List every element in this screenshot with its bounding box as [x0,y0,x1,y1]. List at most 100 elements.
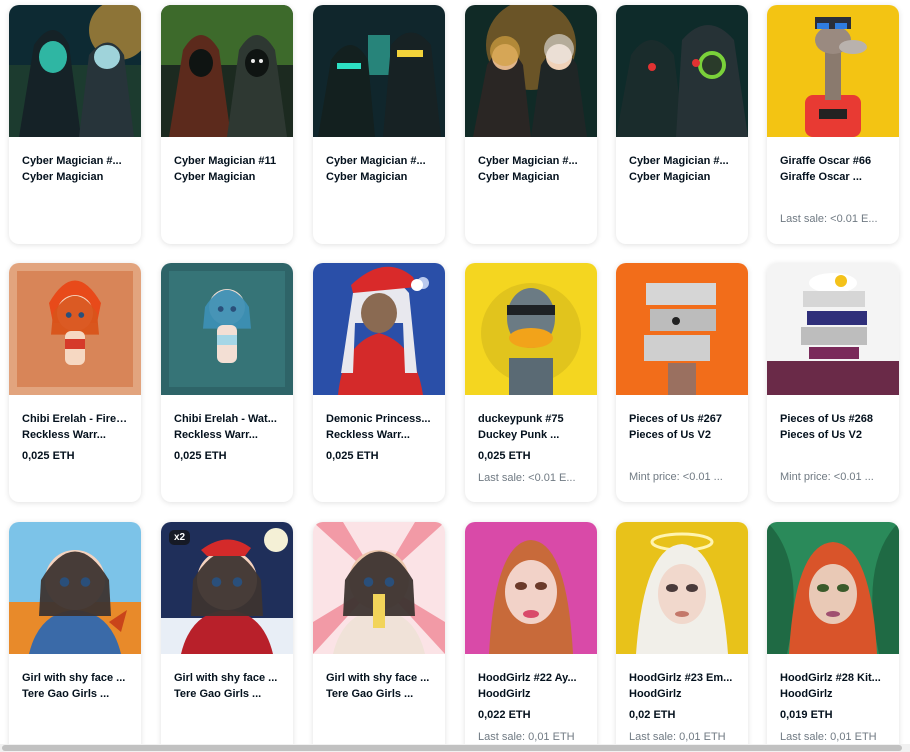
nft-card[interactable]: Chibi Erelah - Fire ... Reckless Warr... 0… [9,263,141,502]
nft-card-grid: Cyber Magician #... Cyber Magician Cyber … [0,0,910,752]
nft-info: Cyber Magician #... Cyber Magician [465,137,597,185]
nft-card[interactable]: Girl with shy face ... Tere Gao Girls ... [313,522,445,752]
price: 0,022 ETH [478,709,531,721]
nft-name: Cyber Magician #... [629,155,729,167]
nft-info: Cyber Magician #... Cyber Magician [616,137,748,185]
nft-card[interactable]: Girl with shy face ... Tere Gao Girls ... [9,522,141,752]
nft-image[interactable] [313,5,445,137]
nft-name: Cyber Magician #... [478,155,578,167]
nft-card[interactable]: Cyber Magician #... Cyber Magician [9,5,141,244]
last-sale: Last sale: <0.01 E... [780,213,878,225]
collection-name[interactable]: Reckless Warr... [22,427,128,443]
nft-card[interactable]: Demonic Princess... Reckless Warr... 0,025… [313,263,445,502]
nft-name: HoodGirlz #28 Kit... [780,672,881,684]
collection-name[interactable]: Giraffe Oscar ... [780,169,886,185]
nft-image[interactable] [9,522,141,654]
nft-image[interactable] [9,263,141,395]
nft-name: Girl with shy face ... [326,672,430,684]
last-sale: Last sale: 0,01 ETH [478,731,575,743]
nft-card[interactable]: HoodGirlz #22 Ay... HoodGirlz 0,022 ETH Las… [465,522,597,752]
nft-image[interactable] [616,263,748,395]
collection-name[interactable]: Tere Gao Girls ... [22,686,128,702]
nft-info: Girl with shy face ... Tere Gao Girls ... [313,654,445,702]
collection-name[interactable]: Pieces of Us V2 [629,427,735,443]
nft-info: Demonic Princess... Reckless Warr... 0,025… [313,395,445,464]
nft-name: Chibi Erelah - Wat... [174,413,277,425]
nft-card[interactable]: Cyber Magician #... Cyber Magician [313,5,445,244]
nft-card[interactable]: Cyber Magician #11 Cyber Magician [161,5,293,244]
price: 0,025 ETH [174,450,227,462]
nft-image[interactable] [616,522,748,654]
nft-card[interactable]: HoodGirlz #23 Em... HoodGirlz 0,02 ETH Last… [616,522,748,752]
nft-name: Girl with shy face ... [174,672,278,684]
last-sale: Last sale: 0,01 ETH [780,731,877,743]
nft-image[interactable] [9,5,141,137]
nft-card[interactable]: Giraffe Oscar #66 Giraffe Oscar ... Last s… [767,5,899,244]
nft-info: duckeypunk #75 Duckey Punk ... 0,025 ETH La… [465,395,597,486]
nft-image[interactable]: x2 [161,522,293,654]
nft-card[interactable]: duckeypunk #75 Duckey Punk ... 0,025 ETH La… [465,263,597,502]
nft-info: Cyber Magician #... Cyber Magician [9,137,141,185]
nft-info: Chibi Erelah - Fire ... Reckless Warr... 0… [9,395,141,464]
nft-image[interactable] [161,263,293,395]
nft-image[interactable] [616,5,748,137]
nft-name: Chibi Erelah - Fire ... [22,413,128,425]
nft-info: HoodGirlz #22 Ay... HoodGirlz 0,022 ETH Las… [465,654,597,745]
nft-image[interactable] [465,522,597,654]
nft-info: Cyber Magician #11 Cyber Magician [161,137,293,185]
nft-image[interactable] [767,522,899,654]
price: 0,025 ETH [326,450,379,462]
scrollbar-thumb[interactable] [2,745,902,751]
nft-info: Pieces of Us #267 Pieces of Us V2 Mint pri… [616,395,748,485]
nft-grid-page: Cyber Magician #... Cyber Magician Cyber … [0,0,910,752]
collection-name[interactable]: Tere Gao Girls ... [326,686,432,702]
nft-card[interactable]: Cyber Magician #... Cyber Magician [616,5,748,244]
nft-info: Girl with shy face ... Tere Gao Girls ... [9,654,141,702]
last-sale: Last sale: <0.01 E... [478,472,576,484]
nft-image[interactable] [313,263,445,395]
nft-card[interactable]: Pieces of Us #267 Pieces of Us V2 Mint pri… [616,263,748,502]
price: 0,025 ETH [478,450,531,462]
nft-name: Demonic Princess... [326,413,431,425]
nft-name: Pieces of Us #268 [780,413,873,425]
collection-name[interactable]: Cyber Magician [326,169,432,185]
collection-name[interactable]: Tere Gao Girls ... [174,686,280,702]
nft-info: Pieces of Us #268 Pieces of Us V2 Mint pri… [767,395,899,485]
price: 0,02 ETH [629,709,676,721]
last-sale: Mint price: <0.01 ... [780,471,874,483]
nft-name: Giraffe Oscar #66 [780,155,872,167]
nft-name: HoodGirlz #22 Ay... [478,672,577,684]
nft-image[interactable] [767,263,899,395]
nft-info: HoodGirlz #23 Em... HoodGirlz 0,02 ETH Last… [616,654,748,745]
collection-name[interactable]: Cyber Magician [22,169,128,185]
nft-info: Cyber Magician #... Cyber Magician [313,137,445,185]
collection-name[interactable]: HoodGirlz [629,686,735,702]
price: 0,025 ETH [22,450,75,462]
collection-name[interactable]: Pieces of Us V2 [780,427,886,443]
nft-image[interactable] [161,5,293,137]
collection-name[interactable]: Reckless Warr... [326,427,432,443]
collection-name[interactable]: HoodGirlz [780,686,886,702]
nft-name: Pieces of Us #267 [629,413,722,425]
quantity-badge: x2 [169,530,191,545]
collection-name[interactable]: HoodGirlz [478,686,584,702]
collection-name[interactable]: Cyber Magician [174,169,280,185]
nft-card[interactable]: Pieces of Us #268 Pieces of Us V2 Mint pri… [767,263,899,502]
collection-name[interactable]: Reckless Warr... [174,427,280,443]
collection-name[interactable]: Cyber Magician [629,169,735,185]
nft-card[interactable]: HoodGirlz #28 Kit... HoodGirlz 0,019 ETH La… [767,522,899,752]
nft-name: Cyber Magician #... [22,155,122,167]
nft-info: HoodGirlz #28 Kit... HoodGirlz 0,019 ETH La… [767,654,899,745]
nft-card[interactable]: Chibi Erelah - Wat... Reckless Warr... 0,0… [161,263,293,502]
nft-image[interactable] [465,263,597,395]
horizontal-scrollbar[interactable] [0,744,910,752]
nft-name: Cyber Magician #11 [174,155,277,167]
nft-image[interactable] [313,522,445,654]
nft-image[interactable] [767,5,899,137]
collection-name[interactable]: Duckey Punk ... [478,427,584,443]
nft-card[interactable]: Cyber Magician #... Cyber Magician [465,5,597,244]
collection-name[interactable]: Cyber Magician [478,169,584,185]
nft-card[interactable]: x2 Girl with shy face ... Tere Gao Girls .… [161,522,293,752]
nft-image[interactable] [465,5,597,137]
last-sale: Last sale: 0,01 ETH [629,731,726,743]
